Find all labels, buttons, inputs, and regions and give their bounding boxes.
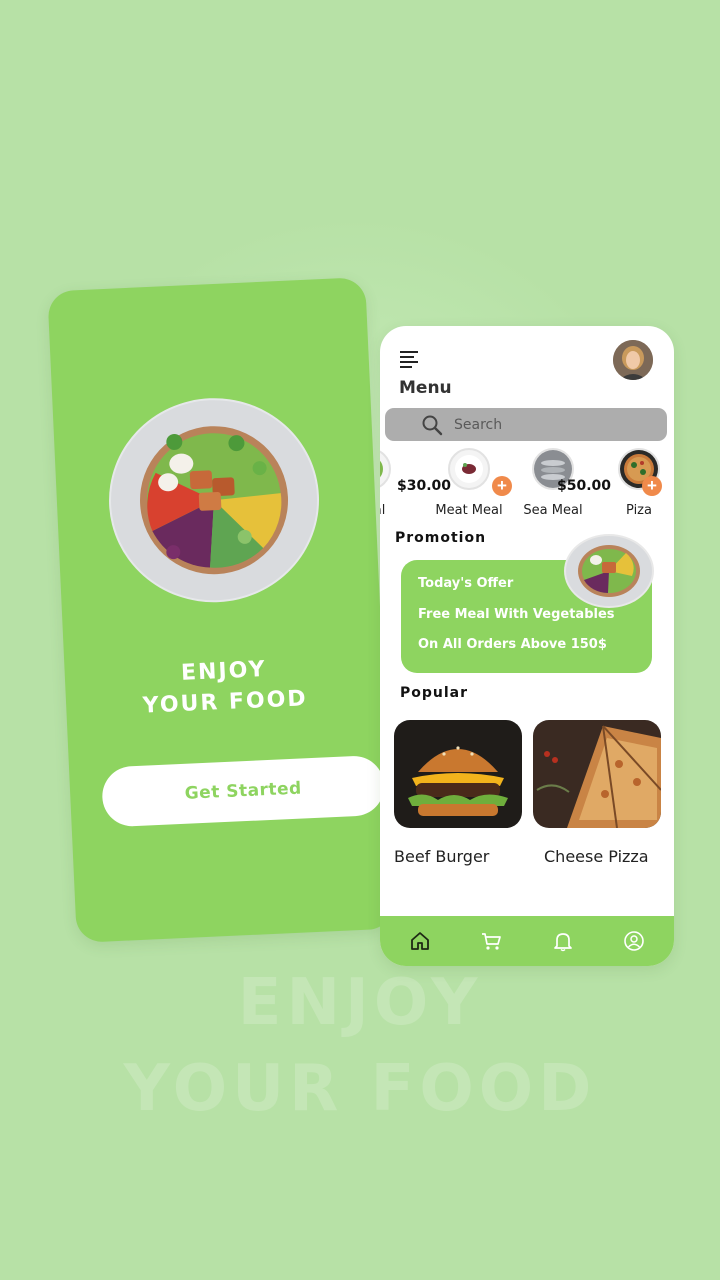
bell-icon [553,933,572,952]
product-card-beef-burger[interactable]: Beef Burger [394,720,522,866]
hamburger-menu-icon[interactable] [400,351,418,368]
product-name: Cheese Pizza [544,847,649,866]
add-to-cart-button[interactable]: + [492,476,512,496]
cheese-pizza-image [533,720,661,828]
menu-screen: Menu Meal Meat Meal Sea Meal [380,326,674,966]
page-title: Menu [399,378,452,398]
search-bar[interactable] [385,408,667,441]
promotion-line-3: On All Orders Above 150$ [418,637,607,652]
product-card-cheese-pizza[interactable]: Cheese Pizza [533,720,661,866]
product-price: $50.00 [557,478,612,494]
search-icon [422,415,443,435]
category-label: Meat Meal [435,503,503,518]
plus-icon: + [497,476,507,495]
category-label: Sea Meal [523,503,583,518]
home-icon [410,932,429,950]
promotion-line-1: Today's Offer [418,576,514,591]
plus-icon: + [647,476,657,495]
popular-heading: Popular [400,685,469,701]
onboarding-screen: ENJOY YOUR FOOD Get Started [47,277,395,943]
hero-salad-bowl-image [104,393,324,607]
search-input[interactable] [452,415,636,434]
category-label: Meal [380,503,386,518]
add-to-cart-button[interactable]: + [642,476,662,496]
salad-bowl-icon [380,448,391,490]
nav-home[interactable] [400,921,440,961]
product-price: $30.00 [397,478,452,494]
promotion-salad-image [564,534,654,608]
meat-plate-icon [448,448,490,490]
background-headline-line2: YOUR FOOD [123,1052,597,1126]
product-name: Beef Burger [394,847,490,866]
background-headline-line1: ENJOY [237,966,483,1040]
profile-icon [624,931,645,951]
get-started-button[interactable]: Get Started [101,754,386,828]
nav-notifications[interactable] [543,921,583,961]
onboarding-title: ENJOY YOUR FOOD [64,649,384,725]
beef-burger-image [394,720,522,828]
promotion-line-2: Free Meal With Vegetables [418,607,615,622]
nav-profile[interactable] [614,921,654,961]
promotion-heading: Promotion [395,530,487,546]
nav-cart[interactable] [471,921,511,961]
bottom-navigation [380,916,674,966]
background-headline: ENJOY YOUR FOOD [0,960,720,1132]
category-label: Piza [626,503,652,518]
user-avatar[interactable] [613,340,653,380]
cart-icon [482,933,502,950]
